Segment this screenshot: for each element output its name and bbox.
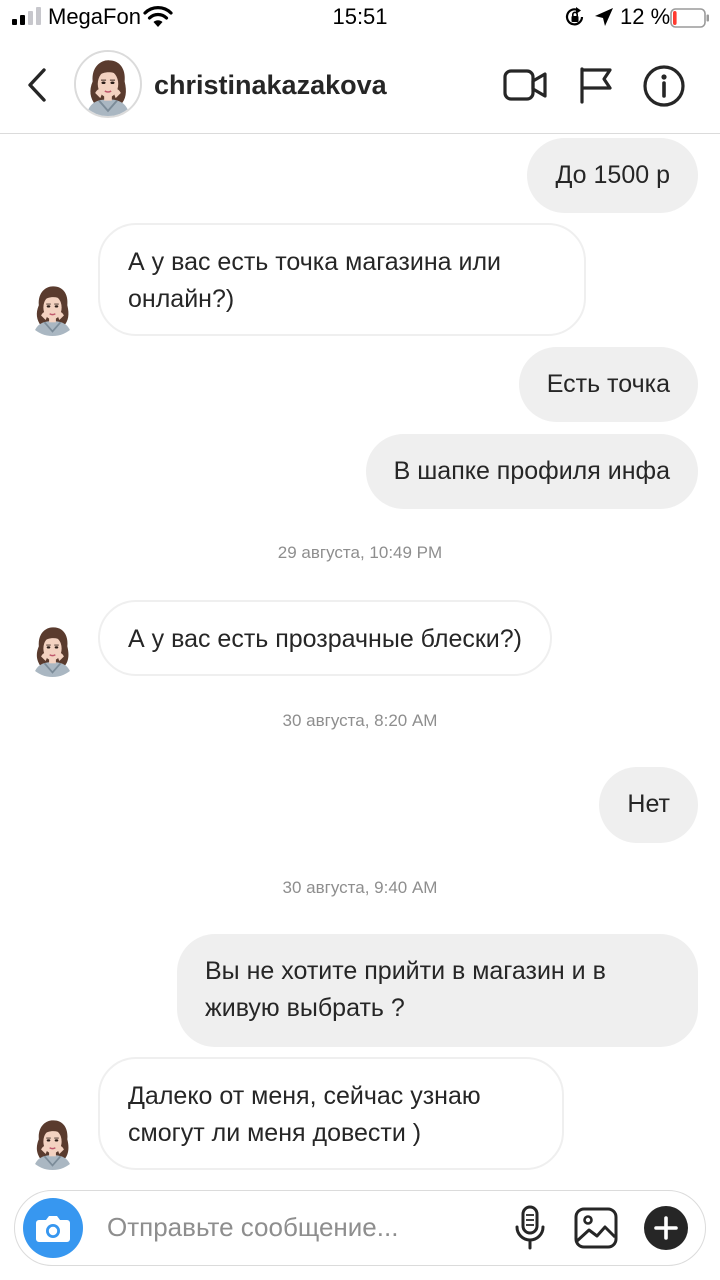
battery-icon — [670, 8, 710, 28]
avatar[interactable] — [24, 1113, 81, 1170]
message-input[interactable]: Отправьте сообщение... — [107, 1212, 398, 1243]
flag-icon[interactable] — [576, 66, 622, 104]
message-text: Нет — [627, 790, 670, 818]
message-outgoing[interactable]: Вы не хотите прийти в магазин и в живую … — [177, 934, 698, 1047]
message-text: А у вас есть точка магазина или онлайн?) — [128, 248, 502, 313]
back-icon[interactable] — [22, 66, 52, 104]
message-outgoing[interactable]: До 1500 р — [527, 138, 698, 213]
message-text: В шапке профиля инфа — [393, 457, 670, 485]
battery-percent: 12 % — [620, 4, 671, 29]
gallery-icon[interactable] — [573, 1205, 619, 1251]
message-text: До 1500 р — [555, 161, 670, 189]
timestamp: 30 августа, 9:40 AM — [282, 878, 438, 897]
avatar[interactable] — [24, 620, 81, 677]
orientation-lock-icon — [564, 7, 586, 27]
status-bar: MegaFon 15:51 12 % — [0, 0, 720, 36]
message-incoming[interactable]: Далеко от меня, сейчас узнаю смогут ли м… — [98, 1057, 564, 1170]
message-outgoing[interactable]: В шапке профиля инфа — [365, 434, 698, 509]
camera-icon[interactable] — [23, 1198, 83, 1258]
message-composer: Отправьте сообщение... — [14, 1190, 706, 1266]
message-incoming[interactable]: А у вас есть точка магазина или онлайн?) — [98, 223, 586, 336]
timestamp: 29 августа, 10:49 PM — [277, 543, 443, 562]
avatar[interactable] — [74, 50, 142, 118]
timestamp: 30 августа, 8:20 AM — [282, 711, 438, 730]
message-text: А у вас есть прозрачные блески?) — [128, 625, 522, 653]
message-outgoing[interactable]: Есть точка — [518, 347, 698, 422]
avatar[interactable] — [24, 279, 81, 336]
chat-header: christinakazakova — [0, 36, 720, 134]
message-text: Вы не хотите прийти в магазин и в живую … — [205, 957, 606, 1022]
message-text: Есть точка — [546, 370, 670, 398]
info-icon[interactable] — [640, 64, 688, 108]
username[interactable]: christinakazakova — [154, 70, 387, 101]
message-text: Далеко от меня, сейчас узнаю смогут ли м… — [128, 1082, 481, 1147]
microphone-icon[interactable] — [507, 1205, 553, 1251]
location-icon — [594, 7, 614, 27]
message-incoming[interactable]: А у вас есть прозрачные блески?) — [98, 600, 552, 676]
plus-icon[interactable] — [642, 1204, 690, 1252]
message-outgoing[interactable]: Нет — [599, 767, 698, 843]
video-call-icon[interactable] — [502, 66, 548, 104]
